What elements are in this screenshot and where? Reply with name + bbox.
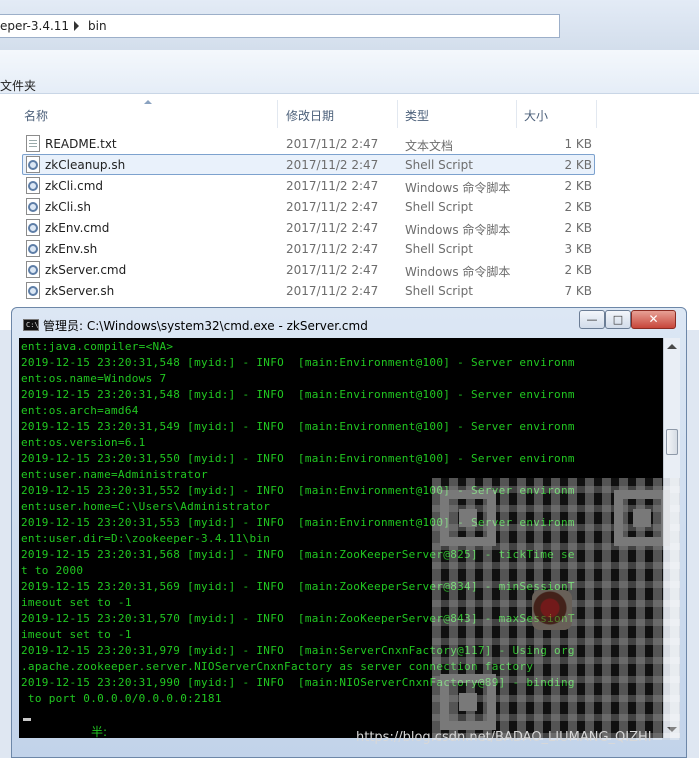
script-file-icon	[26, 219, 40, 236]
console-line: t to 2000	[21, 564, 84, 577]
window-title: 管理员: C:\Windows\system32\cmd.exe - zkSer…	[43, 319, 368, 333]
console-line: imeout set to -1	[21, 628, 132, 641]
script-file-icon	[26, 261, 40, 278]
file-size: 2 KB	[564, 221, 592, 235]
file-modified: 2017/11/2 2:47	[286, 221, 379, 235]
script-file-icon	[26, 177, 40, 194]
column-headers: 名称 修改日期 类型 大小	[0, 98, 699, 130]
file-row[interactable]: zkEnv.cmd 2017/11/2 2:47 Windows 命令脚本 2 …	[0, 217, 699, 238]
console-line: 2019-12-15 23:20:31,549 [myid:] - INFO […	[21, 420, 575, 433]
address-bar[interactable]: eper-3.4.11 bin	[0, 14, 560, 38]
file-row[interactable]: zkServer.sh 2017/11/2 2:47 Shell Script …	[0, 280, 699, 301]
file-row-selected[interactable]: zkCleanup.sh 2017/11/2 2:47 Shell Script…	[0, 154, 699, 175]
new-folder-button[interactable]: 文件夹	[0, 77, 36, 94]
console-line: ent:os.arch=amd64	[21, 404, 139, 417]
console-line: 2019-12-15 23:20:31,550 [myid:] - INFO […	[21, 452, 575, 465]
file-type: Shell Script	[405, 242, 473, 256]
file-type: Shell Script	[405, 284, 473, 298]
file-size: 1 KB	[564, 137, 592, 151]
file-size: 2 KB	[564, 200, 592, 214]
address-bar-area: eper-3.4.11 bin	[0, 0, 699, 50]
file-size: 3 KB	[564, 242, 592, 256]
explorer-window: eper-3.4.11 bin 文件夹 名称 修改日期 类型 大小 README…	[0, 0, 699, 330]
console-line: 2019-12-15 23:20:31,548 [myid:] - INFO […	[21, 388, 575, 401]
file-modified: 2017/11/2 2:47	[286, 200, 379, 214]
file-name: zkCli.cmd	[45, 179, 104, 193]
file-name: zkEnv.cmd	[45, 221, 110, 235]
maximize-button[interactable]: □	[605, 310, 631, 329]
file-size: 2 KB	[564, 263, 592, 277]
column-divider[interactable]	[277, 100, 278, 128]
file-modified: 2017/11/2 2:47	[286, 284, 379, 298]
column-header-name[interactable]: 名称	[24, 107, 48, 124]
file-modified: 2017/11/2 2:47	[286, 263, 379, 277]
scroll-up-icon[interactable]	[667, 344, 677, 349]
file-type: Windows 命令脚本	[405, 265, 511, 279]
file-row[interactable]: zkServer.cmd 2017/11/2 2:47 Windows 命令脚本…	[0, 259, 699, 280]
qr-finder-pattern	[614, 490, 670, 546]
file-name: README.txt	[45, 137, 117, 151]
console-line: 2019-12-15 23:20:31,548 [myid:] - INFO […	[21, 356, 575, 369]
console-app-icon[interactable]: C:\	[23, 319, 39, 331]
file-modified: 2017/11/2 2:47	[286, 242, 379, 256]
file-row[interactable]: zkCli.sh 2017/11/2 2:47 Shell Script 2 K…	[0, 196, 699, 217]
file-size: 7 KB	[564, 284, 592, 298]
file-name: zkEnv.sh	[45, 242, 98, 256]
script-file-icon	[26, 198, 40, 215]
file-row[interactable]: zkEnv.sh 2017/11/2 2:47 Shell Script 3 K…	[0, 238, 699, 259]
console-line: ent:java.compiler=<NA>	[21, 340, 174, 353]
script-file-icon	[26, 156, 40, 173]
file-row[interactable]: zkCli.cmd 2017/11/2 2:47 Windows 命令脚本 2 …	[0, 175, 699, 196]
file-name: zkCli.sh	[45, 200, 91, 214]
console-line: to port 0.0.0.0/0.0.0.0:2181	[21, 692, 222, 705]
qr-finder-pattern	[440, 490, 496, 546]
script-file-icon	[26, 240, 40, 257]
file-type: 文本文档	[405, 139, 454, 153]
cmd-titlebar[interactable]: C:\ 管理员: C:\Windows\system32\cmd.exe - z…	[12, 308, 686, 338]
column-header-size[interactable]: 大小	[524, 107, 548, 124]
close-button[interactable]: ✕	[631, 310, 676, 329]
console-line: ent:os.name=Windows 7	[21, 372, 167, 385]
sort-up-icon	[144, 100, 152, 104]
qr-code-overlay	[432, 478, 680, 740]
file-size: 2 KB	[564, 179, 592, 193]
file-type: Windows 命令脚本	[405, 181, 511, 195]
column-divider[interactable]	[397, 100, 398, 128]
file-modified: 2017/11/2 2:47	[286, 137, 379, 151]
watermark-url: https://blog.csdn.net/BADAO_LIUMANG_QIZH…	[356, 730, 652, 745]
file-modified: 2017/11/2 2:47	[286, 179, 379, 193]
column-divider[interactable]	[596, 100, 597, 128]
file-type: Shell Script	[405, 200, 473, 214]
file-row[interactable]: README.txt 2017/11/2 2:47 文本文档 1 KB	[0, 133, 699, 154]
console-line: ent:os.version=6.1	[21, 436, 146, 449]
script-file-icon	[26, 282, 40, 299]
console-line: ent:user.name=Administrator	[21, 468, 208, 481]
qr-finder-pattern	[440, 674, 496, 730]
console-line: imeout set to -1	[21, 596, 132, 609]
file-type: Shell Script	[405, 158, 473, 172]
column-header-type[interactable]: 类型	[405, 107, 429, 124]
file-modified: 2017/11/2 2:47	[286, 158, 379, 172]
minimize-button[interactable]: —	[579, 310, 605, 329]
file-name: zkServer.cmd	[45, 263, 127, 277]
qr-avatar-image	[532, 590, 572, 630]
breadcrumb-parent[interactable]: eper-3.4.11	[0, 19, 69, 33]
text-file-icon	[26, 135, 40, 152]
file-name: zkServer.sh	[45, 284, 115, 298]
column-divider[interactable]	[516, 100, 517, 128]
ime-status: 半:	[91, 725, 108, 738]
column-header-modified[interactable]: 修改日期	[286, 107, 334, 124]
breadcrumb-arrow-icon[interactable]	[74, 21, 79, 31]
console-line: ent:user.home=C:\Users\Administrator	[21, 500, 271, 513]
breadcrumb-current[interactable]: bin	[88, 19, 107, 33]
console-line: ent:user.dir=D:\zookeeper-3.4.11\bin	[21, 532, 271, 545]
toolbar: 文件夹	[0, 50, 699, 94]
text-cursor	[23, 718, 31, 721]
file-size: 2 KB	[564, 158, 592, 172]
scrollbar-thumb[interactable]	[666, 429, 678, 455]
file-type: Windows 命令脚本	[405, 223, 511, 237]
file-name: zkCleanup.sh	[45, 158, 126, 172]
